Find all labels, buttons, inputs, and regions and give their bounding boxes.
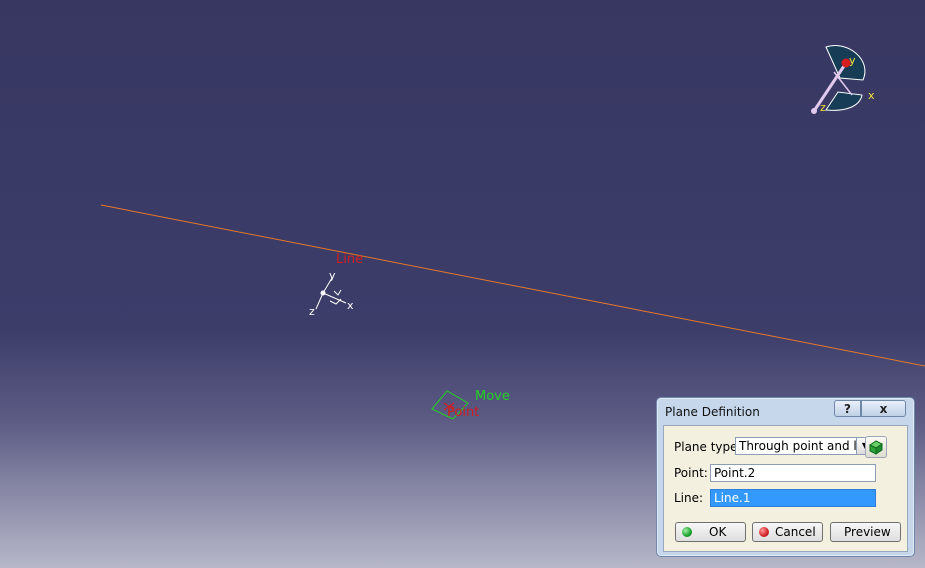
dialog-title: Plane Definition xyxy=(665,405,760,419)
plane-type-value: Through point and lin xyxy=(739,439,868,453)
ok-label: OK xyxy=(709,525,727,539)
axis-x-label: x xyxy=(347,299,354,312)
move-label: Move xyxy=(475,389,510,404)
orange-line[interactable] xyxy=(100,204,925,367)
axis-y-label: y xyxy=(329,269,336,282)
dialog-body: Plane type: Through point and lin ▼ Poin… xyxy=(663,425,908,552)
ok-button[interactable]: OK xyxy=(675,522,746,542)
line-field[interactable]: Line.1 xyxy=(710,489,876,507)
compass-y-label: y xyxy=(849,54,856,67)
help-button[interactable]: ? xyxy=(834,400,861,417)
preview-button[interactable]: Preview xyxy=(830,522,901,542)
axis-z-label: z xyxy=(309,305,315,318)
cancel-button[interactable]: Cancel xyxy=(752,522,823,542)
compass-x-label: x xyxy=(868,89,875,102)
plane-type-combo[interactable]: Through point and lin ▼ xyxy=(735,437,874,455)
green-light-icon xyxy=(682,527,692,537)
point-field-label: Point: xyxy=(674,466,708,480)
point-field[interactable]: Point.2 xyxy=(710,464,876,482)
cancel-label: Cancel xyxy=(775,525,816,539)
close-button[interactable]: x xyxy=(861,400,906,417)
compass-z-label: z xyxy=(820,101,826,114)
red-light-icon xyxy=(759,527,769,537)
preview-label: Preview xyxy=(844,525,891,539)
point-label[interactable]: Point xyxy=(447,405,479,420)
plane-options-button[interactable] xyxy=(865,436,887,458)
plane-type-label: Plane type: xyxy=(674,440,742,454)
plane-definition-dialog: Plane Definition ? x Plane type: Through… xyxy=(656,397,915,557)
plane-options-icon xyxy=(869,440,883,455)
line-label[interactable]: Line xyxy=(336,252,363,267)
line-field-label: Line: xyxy=(674,491,704,505)
